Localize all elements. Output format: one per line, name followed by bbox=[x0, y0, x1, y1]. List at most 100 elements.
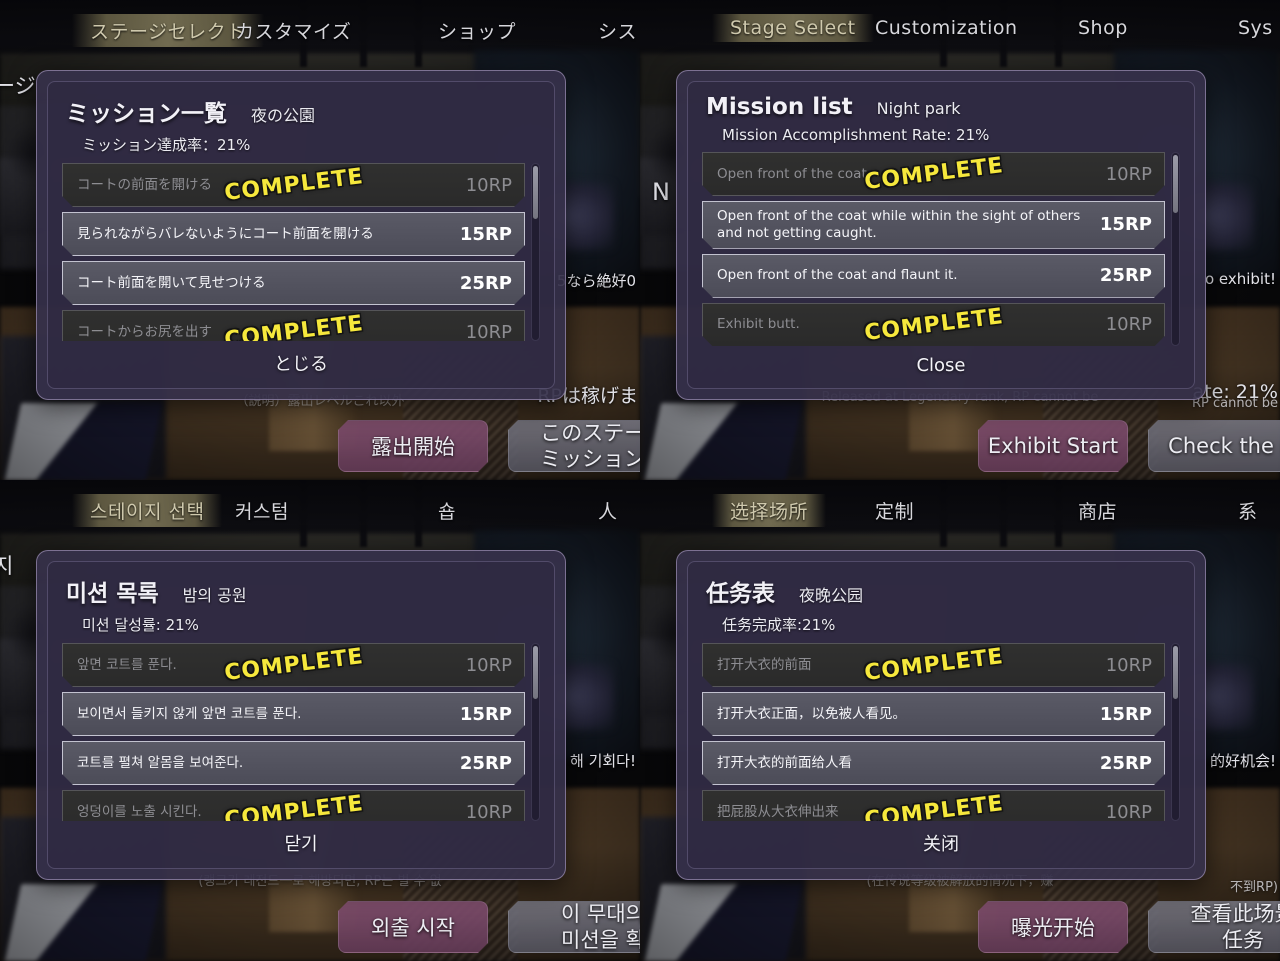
mission-row[interactable]: 把屁股从大衣伸出来 COMPLETE 10RP bbox=[702, 790, 1165, 821]
top-nav-bar: ステージセレクト カスタマイズ ショップ シス bbox=[0, 0, 640, 56]
behind-hint-text: o exhibit! bbox=[1204, 270, 1276, 288]
nav-tab-4[interactable]: 系 bbox=[1238, 497, 1258, 524]
mission-row[interactable]: 앞면 코트를 푼다. COMPLETE 10RP bbox=[62, 643, 525, 687]
nav-tab-3[interactable]: Shop bbox=[1078, 17, 1128, 39]
dialog-close-button[interactable]: とじる bbox=[62, 341, 540, 380]
dialog-close-button[interactable]: Close bbox=[702, 346, 1180, 380]
nav-tab-label: 커스텀 bbox=[235, 501, 289, 523]
dialog-header: 任务表 夜晚公园 bbox=[702, 574, 1180, 608]
mission-row[interactable]: 見られながらバレないようにコート前面を開ける 15RP bbox=[62, 212, 525, 256]
mission-description: コート前面を開いて見せつける bbox=[77, 274, 266, 291]
nav-tab-1[interactable]: Stage Select bbox=[712, 14, 874, 42]
exhibit-start-button[interactable]: Exhibit Start bbox=[978, 420, 1128, 472]
mission-list-dialog: Mission list Night park Mission Accomplish… bbox=[676, 70, 1206, 400]
nav-tab-label: 숍 bbox=[438, 501, 456, 523]
nav-tab-3[interactable]: ショップ bbox=[438, 17, 516, 44]
check-missions-label-line1: Check the mis bbox=[1168, 433, 1274, 458]
nav-tab-label: カスタマイズ bbox=[235, 21, 352, 43]
mission-row[interactable]: 打开大衣的前面 COMPLETE 10RP bbox=[702, 643, 1165, 687]
nav-tab-2[interactable]: Customization bbox=[875, 17, 1018, 39]
mission-list-scrollbar[interactable] bbox=[1171, 152, 1180, 346]
mission-reward-points: 15RP bbox=[1099, 703, 1152, 725]
mission-list-scroll-area: 앞면 코트를 푼다. COMPLETE 10RP 보이면서 들키지 않게 앞면 코트를… bbox=[62, 643, 540, 821]
mission-list-scrollbar-thumb[interactable] bbox=[533, 646, 538, 699]
mission-row[interactable]: コートからお尻を出す COMPLETE 10RP bbox=[62, 310, 525, 341]
accomplishment-rate-label: Mission Accomplishment Rate: 21% bbox=[722, 126, 990, 144]
mission-description: 打开大衣的前面 bbox=[717, 656, 812, 673]
check-missions-button[interactable]: このステージミッションを bbox=[508, 420, 640, 472]
behind-n-label: N bbox=[652, 178, 670, 206]
mission-description: コートからお尻を出す bbox=[77, 323, 212, 340]
mission-description: 見られながらバレないようにコート前面を開ける bbox=[77, 225, 374, 242]
nav-tab-3[interactable]: 商店 bbox=[1078, 497, 1117, 524]
behind-hint-text: 해 기회다! bbox=[570, 752, 636, 770]
language-comparison-grid: ステージセレクト カスタマイズ ショップ シス ージ 5なら絶好0 RPは稼げま （説明）露出… bbox=[0, 0, 1280, 961]
nav-tab-1[interactable]: 选择场所 bbox=[712, 494, 827, 527]
bottom-button-row: 露出開始 このステージミッションを bbox=[0, 400, 640, 480]
mission-row[interactable]: コートの前面を開ける COMPLETE 10RP bbox=[62, 163, 525, 207]
nav-tab-2[interactable]: カスタマイズ bbox=[235, 17, 351, 44]
dialog-header: 미션 목록 밤의 공원 bbox=[62, 574, 540, 608]
nav-tab-label: シス bbox=[598, 21, 638, 43]
mission-row[interactable]: Exhibit butt. COMPLETE 10RP bbox=[702, 303, 1165, 346]
mission-list-scrollbar-thumb[interactable] bbox=[1173, 155, 1178, 213]
behind-left-label: ージ bbox=[0, 74, 36, 98]
mission-reward-points: 10RP bbox=[1105, 654, 1152, 676]
mission-description: コートの前面を開ける bbox=[77, 176, 212, 193]
mission-row[interactable]: Open front of the coat. COMPLETE 10RP bbox=[702, 152, 1165, 196]
mission-reward-points: 10RP bbox=[465, 654, 512, 676]
exhibit-start-label: 露出開始 bbox=[371, 435, 455, 459]
check-missions-label-line2: 미션을 확 bbox=[561, 928, 640, 952]
nav-tab-3[interactable]: 숍 bbox=[438, 497, 456, 524]
mission-reward-points: 25RP bbox=[459, 752, 512, 774]
check-missions-button[interactable]: 이 무대의 미션을 확 bbox=[508, 901, 640, 953]
mission-reward-points: 10RP bbox=[465, 321, 512, 341]
nav-tab-2[interactable]: 커스텀 bbox=[235, 497, 289, 524]
mission-row[interactable]: Open front of the coat and flaunt it. 25R… bbox=[702, 254, 1165, 298]
nav-tab-1[interactable]: 스테이지 선택 bbox=[72, 494, 223, 527]
mission-list-scrollbar-thumb[interactable] bbox=[533, 166, 538, 219]
behind-hint-text: 的好机会! bbox=[1209, 752, 1276, 770]
nav-tab-label: 定制 bbox=[875, 501, 915, 523]
stage-name-label: 夜晚公园 bbox=[799, 586, 864, 605]
exhibit-start-button[interactable]: 曝光开始 bbox=[978, 901, 1128, 953]
nav-tab-label: Stage Select bbox=[730, 17, 856, 39]
exhibit-start-button[interactable]: 외출 시작 bbox=[338, 901, 488, 953]
check-missions-label-line1: 查看此场景 bbox=[1190, 901, 1275, 926]
nav-tab-4[interactable]: シス bbox=[598, 17, 637, 44]
mission-description: 보이면서 들키지 않게 앞면 코트를 푼다. bbox=[77, 705, 302, 722]
nav-tab-2[interactable]: 定制 bbox=[875, 497, 914, 524]
mission-row[interactable]: Open front of the coat while within the … bbox=[702, 201, 1165, 249]
mission-row[interactable]: 코트를 펼쳐 알몸을 보여준다. 25RP bbox=[62, 741, 525, 785]
behind-left-label: 지 bbox=[0, 554, 14, 578]
nav-tab-4[interactable]: 人 bbox=[598, 497, 618, 524]
game-screenshot-chinese: 选择场所 定制 商店系的好机会! 不到RP) (在传说等级被解放的情况下，赚 曝光开始 查看… bbox=[640, 480, 1280, 961]
exhibit-start-button[interactable]: 露出開始 bbox=[338, 420, 488, 472]
mission-row[interactable]: 打开大衣的前面给人看 25RP bbox=[702, 741, 1165, 785]
dialog-close-button[interactable]: 닫기 bbox=[62, 821, 540, 860]
nav-tab-label: Customization bbox=[875, 17, 1018, 39]
bottom-button-row: Exhibit Start Check the mis bbox=[640, 400, 1280, 480]
mission-list-scrollbar-thumb[interactable] bbox=[1173, 646, 1178, 699]
mission-row[interactable]: コート前面を開いて見せつける 25RP bbox=[62, 261, 525, 305]
nav-tab-4[interactable]: Sys bbox=[1238, 17, 1273, 39]
mission-row[interactable]: 보이면서 들키지 않게 앞면 코트를 푼다. 15RP bbox=[62, 692, 525, 736]
mission-list-dialog: 미션 목록 밤의 공원미션 달성률: 21% 앞면 코트를 푼다. COMPLETE 1… bbox=[36, 550, 566, 880]
mission-list-scroll-area: 打开大衣的前面 COMPLETE 10RP 打开大衣正面，以免被人看见。 15RP 打开大… bbox=[702, 643, 1180, 821]
mission-reward-points: 15RP bbox=[459, 703, 512, 725]
mission-row[interactable]: 打开大衣正面，以免被人看见。 15RP bbox=[702, 692, 1165, 736]
dialog-close-button[interactable]: 关闭 bbox=[702, 821, 1180, 860]
nav-tab-label: 人 bbox=[598, 501, 618, 523]
check-missions-button[interactable]: Check the mis bbox=[1148, 420, 1280, 472]
mission-row[interactable]: 엉덩이를 노출 시킨다. COMPLETE 10RP bbox=[62, 790, 525, 821]
accomplishment-rate-label: 任务完成率:21% bbox=[722, 616, 836, 634]
game-screenshot-japanese: ステージセレクト カスタマイズ ショップ シス ージ 5なら絶好0 RPは稼げま （説明）露出… bbox=[0, 0, 640, 480]
mission-list-scroll-area: Open front of the coat. COMPLETE 10RP Open … bbox=[702, 152, 1180, 346]
mission-list-scrollbar[interactable] bbox=[1171, 643, 1180, 821]
check-missions-button[interactable]: 查看此场景任务 bbox=[1148, 901, 1280, 953]
mission-list-scrollbar[interactable] bbox=[531, 643, 540, 821]
accomplishment-rate-label: 미션 달성률: 21% bbox=[82, 616, 199, 634]
behind-hint-text: 5なら絶好0 bbox=[556, 272, 636, 290]
mission-description: 앞면 코트를 푼다. bbox=[77, 656, 177, 673]
mission-list-scrollbar[interactable] bbox=[531, 163, 540, 341]
